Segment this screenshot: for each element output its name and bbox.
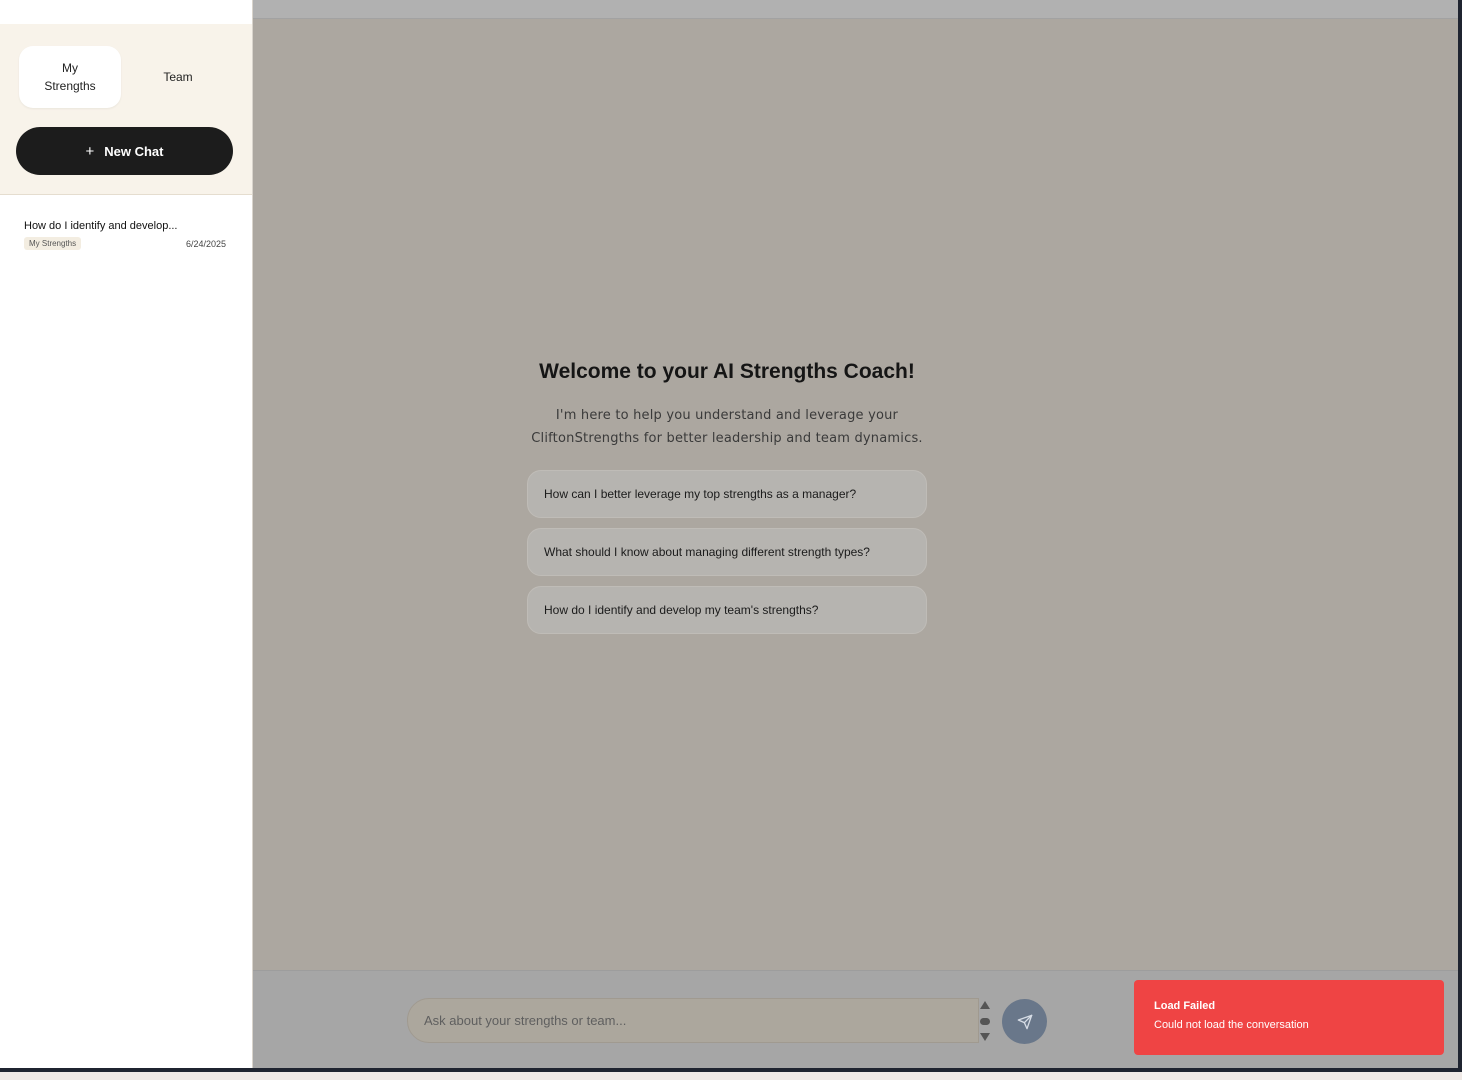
- input-scrollbar[interactable]: [979, 1001, 991, 1041]
- scroll-up-icon[interactable]: [980, 1001, 990, 1009]
- new-chat-button[interactable]: + New Chat: [16, 127, 233, 175]
- suggestion-list: How can I better leverage my top strengt…: [527, 470, 927, 644]
- error-toast[interactable]: Load Failed Could not load the conversat…: [1134, 980, 1444, 1055]
- tab-team[interactable]: Team: [121, 46, 235, 108]
- suggestion-button[interactable]: What should I know about managing differ…: [527, 528, 927, 576]
- chat-meta: My Strengths 6/24/2025: [24, 237, 226, 250]
- welcome-title: Welcome to your AI Strengths Coach!: [539, 360, 915, 383]
- tab-my-strengths[interactable]: My Strengths: [19, 46, 121, 108]
- toast-title: Load Failed: [1154, 1000, 1216, 1012]
- chat-history-item[interactable]: How do I identify and develop... My Stre…: [24, 220, 226, 250]
- message-input[interactable]: [408, 999, 978, 1042]
- sidebar-header: My Strengths Team + New Chat: [0, 24, 252, 195]
- welcome-section: Welcome to your AI Strengths Coach! I'm …: [527, 360, 927, 450]
- bottom-edge: [0, 1072, 1462, 1080]
- suggestion-button[interactable]: How do I identify and develop my team's …: [527, 586, 927, 634]
- main-top-bar: [253, 0, 1458, 19]
- chat-date: 6/24/2025: [185, 238, 226, 249]
- chat-title: How do I identify and develop...: [24, 220, 178, 232]
- suggestion-button[interactable]: How can I better leverage my top strengt…: [527, 470, 927, 518]
- send-icon: [1017, 1014, 1032, 1029]
- scroll-down-icon[interactable]: [980, 1033, 990, 1041]
- send-button[interactable]: [1002, 999, 1047, 1044]
- message-input-wrapper: [407, 998, 979, 1043]
- scroll-thumb[interactable]: [980, 1017, 990, 1025]
- main-panel: Welcome to your AI Strengths Coach! I'm …: [253, 0, 1458, 1068]
- app-window: My Strengths Team + New Chat How do I id…: [0, 0, 1458, 1068]
- toast-message: Could not load the conversation: [1154, 1019, 1309, 1031]
- tab-team-label: Team: [163, 70, 193, 84]
- new-chat-label: New Chat: [104, 143, 164, 159]
- mode-tabs: My Strengths Team: [19, 46, 235, 108]
- sidebar: My Strengths Team + New Chat How do I id…: [0, 0, 253, 1068]
- sidebar-top-strip: [0, 0, 252, 24]
- chat-category-badge: My Strengths: [24, 237, 82, 250]
- plus-icon: +: [85, 142, 95, 160]
- welcome-text: I'm here to help you understand and leve…: [531, 408, 923, 446]
- tab-my-strengths-label: My Strengths: [44, 61, 96, 93]
